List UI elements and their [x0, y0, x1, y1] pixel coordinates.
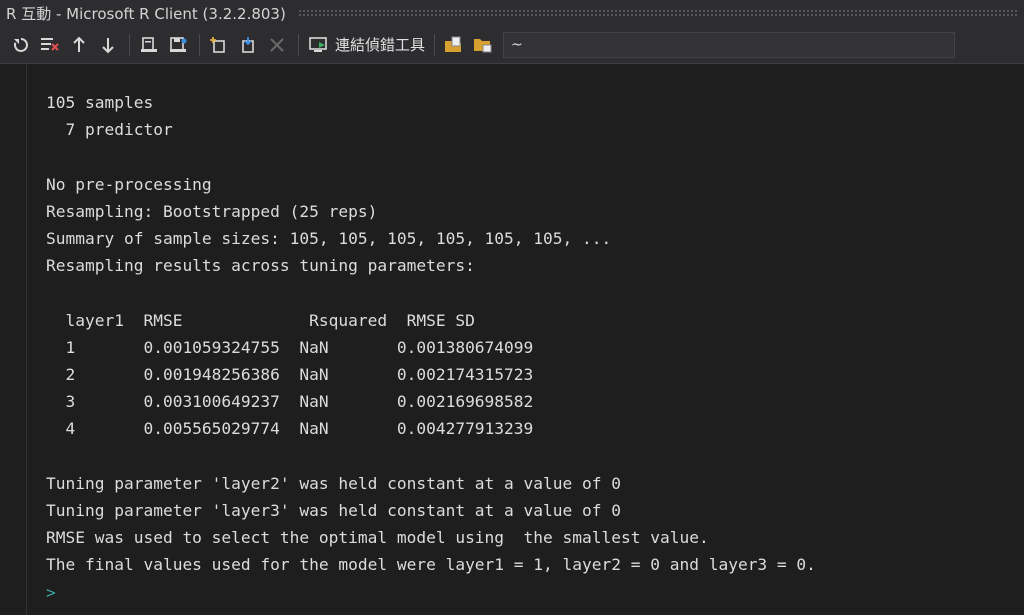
console-text: 105 samples 7 predictor No pre-processin… [46, 89, 816, 606]
toolbar-separator [434, 33, 436, 56]
new-icon [210, 36, 225, 53]
set-working-dir-button[interactable] [470, 32, 496, 58]
save-workspace-icon [170, 36, 187, 52]
copy-icon [242, 36, 254, 53]
table-row: 1 0.001059324755 NaN 0.001380674099 [46, 337, 534, 357]
console-prompt[interactable]: > [46, 583, 56, 602]
console-line: Resampling: Bootstrapped (25 reps) [46, 201, 378, 221]
toolbar: 連結偵錯工具 [0, 26, 1024, 64]
console-line: 7 predictor [46, 120, 173, 140]
clear-icon [41, 37, 59, 51]
reset-icon [13, 37, 28, 52]
table-row: 4 0.005565029774 NaN 0.004277913239 [46, 419, 534, 439]
toolbar-separator [298, 33, 299, 56]
open-folder-button[interactable] [441, 32, 467, 58]
copy-button[interactable] [235, 32, 261, 58]
console-line: The final values used for the model were… [46, 555, 816, 575]
history-up-icon [73, 36, 85, 52]
console-line: No pre-processing [46, 174, 212, 194]
connect-debugger-button[interactable]: 連結偵錯工具 [305, 32, 429, 58]
load-workspace-button[interactable] [136, 32, 162, 58]
console-line: Tuning parameter 'layer3' was held const… [46, 501, 621, 521]
reset-button[interactable] [8, 32, 34, 58]
console-line: Tuning parameter 'layer2' was held const… [46, 473, 621, 493]
new-button[interactable] [206, 32, 232, 58]
history-down-icon [102, 37, 114, 53]
console-gutter [26, 64, 27, 615]
history-up-button[interactable] [66, 32, 92, 58]
cancel-icon [270, 37, 284, 52]
window-titlebar: R 互動 - Microsoft R Client (3.2.2.803) [0, 0, 1024, 26]
connect-debugger-icon [309, 36, 327, 52]
titlebar-grip[interactable] [297, 9, 1018, 17]
window-title: R 互動 - Microsoft R Client (3.2.2.803) [6, 4, 286, 23]
load-workspace-icon [141, 36, 157, 52]
r-console-output[interactable]: 105 samples 7 predictor No pre-processin… [0, 64, 1024, 615]
console-line: 105 samples [46, 93, 154, 112]
clear-button[interactable] [37, 32, 63, 58]
working-directory-input[interactable] [503, 31, 956, 58]
table-row: 3 0.003100649237 NaN 0.002169698582 [46, 392, 534, 412]
console-line: RMSE was used to select the optimal mode… [46, 528, 709, 548]
save-workspace-button[interactable] [165, 32, 191, 58]
set-working-dir-icon [474, 38, 492, 52]
history-down-button[interactable] [95, 32, 121, 58]
connect-debugger-label: 連結偵錯工具 [335, 36, 426, 54]
toolbar-separator [129, 33, 130, 56]
console-line: Resampling results across tuning paramet… [46, 256, 475, 276]
cancel-button[interactable] [264, 32, 290, 58]
table-row: 2 0.001948256386 NaN 0.002174315723 [46, 365, 534, 385]
table-header: layer1 RMSE Rsquared RMSE SD [46, 310, 475, 330]
toolbar-separator [199, 33, 200, 56]
console-line: Summary of sample sizes: 105, 105, 105, … [46, 229, 612, 249]
open-folder-icon [445, 36, 462, 52]
